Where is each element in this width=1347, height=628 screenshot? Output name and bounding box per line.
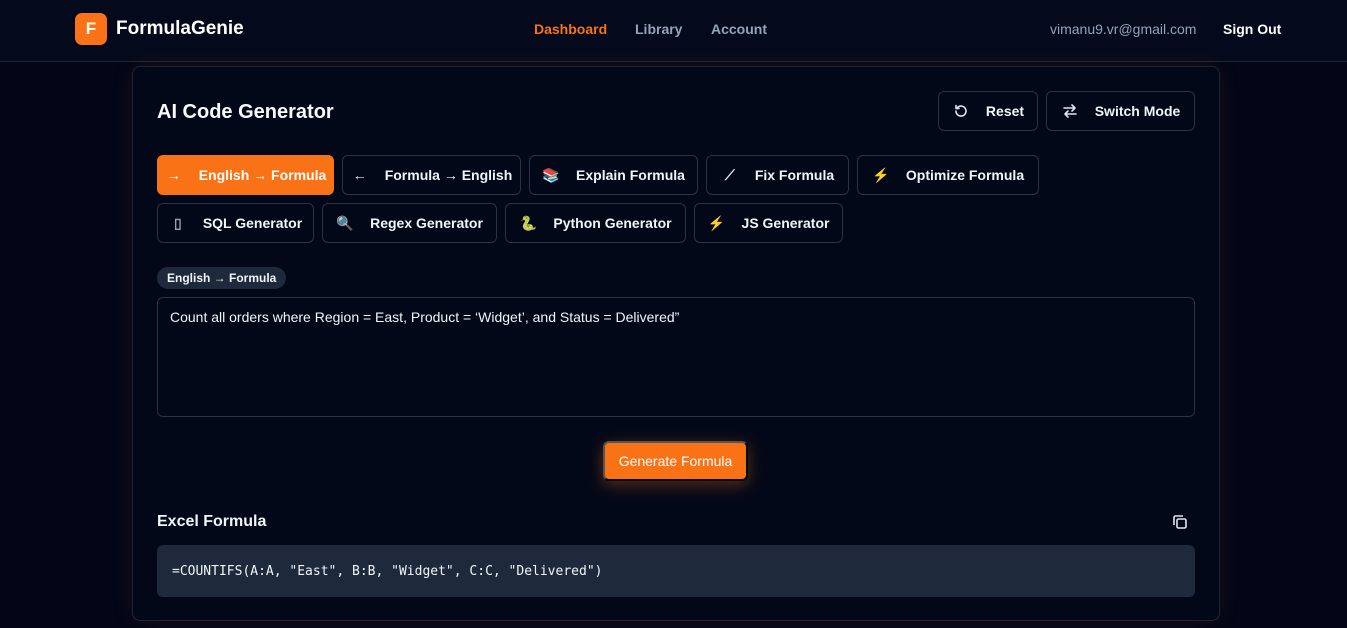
database-icon: ▯ [173,214,182,231]
generate-formula-button[interactable]: Generate Formula [603,441,748,481]
mode-fix-formula[interactable]: ⟋ Fix Formula [706,155,849,195]
swap-icon [1061,103,1079,119]
prompt-text: Count all orders where Region = East, Pr… [170,309,680,325]
nav-account[interactable]: Account [711,21,767,37]
lightning-icon: ⚡ [872,166,890,183]
lightning-icon: ⚡ [707,214,726,231]
mode-label: Fix Formula [754,167,835,183]
reset-icon [952,103,970,119]
mode-label: Optimize Formula [905,167,1025,183]
sign-out-link[interactable]: Sign Out [1223,21,1281,37]
magnifier-icon: 🔍 [336,214,354,231]
mode-explain-formula[interactable]: 📚 Explain Formula [529,155,698,195]
switch-mode-label: Switch Mode [1094,103,1181,119]
mode-label: Formula → English [384,167,513,183]
arrow-right-icon: → [166,167,181,183]
logo-icon[interactable]: F [75,13,107,45]
page-title: AI Code Generator [157,101,334,123]
user-email: vimanu9.vr@gmail.com [1050,21,1197,37]
logo-letter: F [85,19,97,38]
mode-label: Python Generator [553,215,672,231]
mode-python-generator[interactable]: 🐍 Python Generator [505,203,686,243]
formula-output[interactable]: =COUNTIFS(A:A, "East", B:B, "Widget", C:… [157,545,1195,597]
code-generator-card: AI Code Generator Reset Switch Mode → En… [132,66,1220,621]
mode-label: Explain Formula [576,167,685,183]
mode-badge: English → Formula [157,267,287,289]
mode-label: English → Formula [198,167,327,183]
nav-library[interactable]: Library [635,21,682,37]
reset-button[interactable]: Reset [938,91,1038,131]
copy-icon[interactable] [1171,513,1189,531]
mode-formula-to-english[interactable]: ← Formula → English [342,155,521,195]
mode-english-to-formula[interactable]: → English → Formula [157,155,334,195]
books-icon: 📚 [542,166,560,183]
mode-label: Regex Generator [370,215,483,231]
snake-icon: 🐍 [519,214,538,231]
wand-icon: ⟋ [724,166,735,183]
nav-dashboard[interactable]: Dashboard [534,21,607,37]
prompt-input[interactable]: Count all orders where Region = East, Pr… [157,297,1195,417]
mode-optimize-formula[interactable]: ⚡ Optimize Formula [857,155,1039,195]
mode-js-generator[interactable]: ⚡ JS Generator [694,203,843,243]
formula-output-text: =COUNTIFS(A:A, "East", B:B, "Widget", C:… [172,563,603,579]
mode-label: SQL Generator [202,215,303,231]
output-label: Excel Formula [157,513,267,530]
reset-label: Reset [985,103,1025,119]
brand-name[interactable]: FormulaGenie [116,18,244,40]
switch-mode-button[interactable]: Switch Mode [1046,91,1195,131]
mode-regex-generator[interactable]: 🔍 Regex Generator [322,203,497,243]
mode-sql-generator[interactable]: ▯ SQL Generator [157,203,314,243]
arrow-left-icon: ← [352,167,367,183]
mode-label: JS Generator [741,215,830,231]
top-navbar: F FormulaGenie Dashboard Library Account… [0,0,1347,62]
